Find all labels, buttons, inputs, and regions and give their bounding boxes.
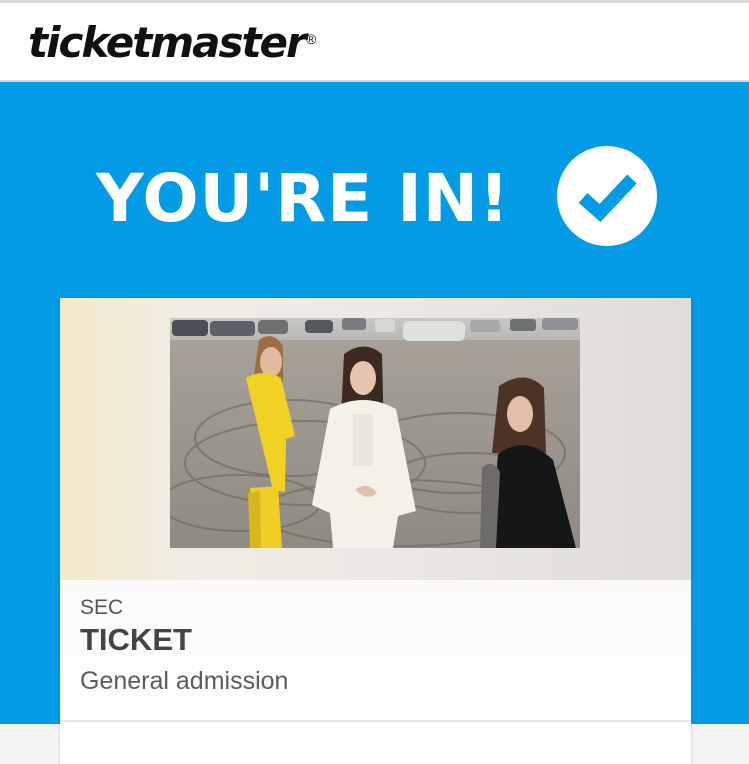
registered-mark: ® <box>306 31 317 47</box>
section-label: SEC <box>80 596 124 619</box>
ticketmaster-logo[interactable]: ticketmaster <box>28 19 307 67</box>
check-circle-background <box>557 146 657 246</box>
header-bar: ticketmaster ® <box>0 3 749 82</box>
page-title: YOU'RE IN! <box>96 160 511 237</box>
event-photo <box>170 318 580 548</box>
admission-type: General admission <box>80 667 289 695</box>
ticket-details: SEC TICKET General admission <box>60 580 691 722</box>
checkmark-circle-icon <box>557 146 657 246</box>
ticket-label: TICKET <box>80 622 192 657</box>
event-image-area <box>60 298 691 580</box>
ticket-card[interactable]: SEC TICKET General admission <box>60 298 691 764</box>
